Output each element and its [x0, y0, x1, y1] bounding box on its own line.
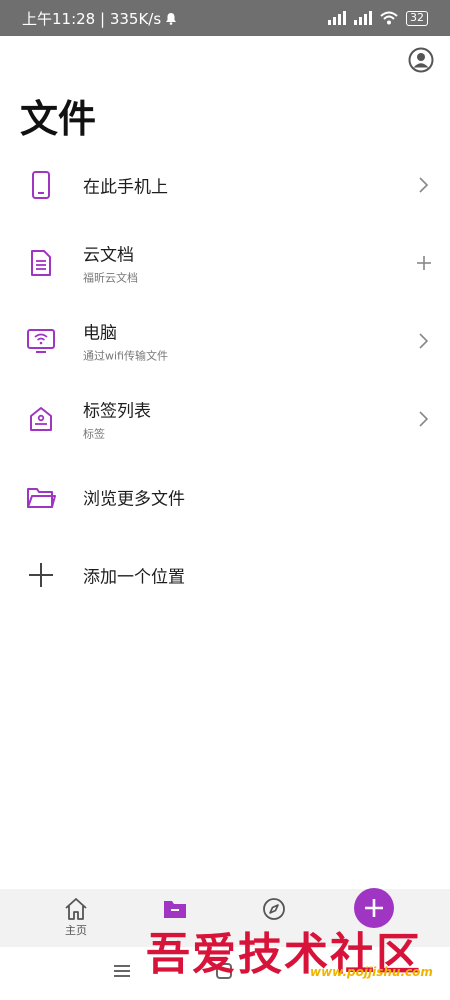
status-time: 上午11:28 | 335K/s	[22, 9, 162, 28]
location-item-add[interactable]: 添加一个位置	[0, 536, 450, 614]
nav-home[interactable]: 主页	[46, 897, 106, 938]
computer-wifi-icon	[27, 329, 55, 353]
location-text: 标签列表 标签	[83, 397, 151, 442]
location-subtitle: 标签	[83, 427, 105, 441]
chevron-right-icon	[419, 177, 429, 193]
battery-indicator: 32	[406, 10, 428, 26]
page-title: 文件	[20, 97, 97, 141]
location-title: 浏览更多文件	[83, 489, 185, 510]
location-title: 添加一个位置	[83, 567, 185, 588]
location-subtitle: 通过wifi传输文件	[83, 349, 168, 363]
notification-bell-icon	[166, 12, 177, 25]
chevron-right-icon	[419, 333, 429, 349]
location-text: 电脑 通过wifi传输文件	[83, 319, 168, 364]
add-cloud-plus-icon[interactable]	[416, 254, 432, 272]
signal-2-icon	[354, 11, 372, 25]
location-text: 云文档 福昕云文档	[83, 241, 138, 286]
chevron-right-icon	[419, 411, 429, 427]
plus-icon	[365, 899, 383, 917]
location-item-phone[interactable]: 在此手机上	[0, 146, 450, 224]
location-subtitle: 福昕云文档	[83, 271, 138, 285]
status-bar: 上午11:28 | 335K/s 32	[0, 0, 450, 36]
nav-home-label: 主页	[65, 924, 87, 937]
location-item-tags[interactable]: 标签列表 标签	[0, 380, 450, 458]
location-item-browse-more[interactable]: 浏览更多文件	[0, 458, 450, 536]
locations-list: 在此手机上 云文档 福昕云文档 电脑 通过wifi传输文件 标签列表 标签 浏览…	[0, 146, 450, 614]
location-text: 添加一个位置	[83, 563, 185, 588]
location-item-computer[interactable]: 电脑 通过wifi传输文件	[0, 302, 450, 380]
phone-icon	[32, 171, 50, 199]
watermark-url: www.pojjishu.com	[310, 965, 433, 979]
location-title: 标签列表	[83, 401, 151, 422]
home-icon	[65, 898, 87, 920]
status-right: 32	[328, 10, 428, 26]
recent-apps-icon[interactable]	[113, 964, 131, 978]
status-left: 上午11:28 | 335K/s	[22, 8, 177, 29]
location-text: 在此手机上	[83, 173, 168, 198]
signal-1-icon	[328, 11, 346, 25]
location-title: 云文档	[83, 245, 134, 266]
account-icon[interactable]	[408, 47, 434, 73]
wifi-icon	[380, 11, 398, 25]
location-title: 在此手机上	[83, 177, 168, 198]
folder-icon	[27, 488, 56, 508]
location-text: 浏览更多文件	[83, 485, 185, 510]
cloud-document-icon	[31, 250, 51, 276]
location-title: 电脑	[83, 323, 117, 344]
plus-icon	[29, 563, 53, 587]
location-item-cloud-docs[interactable]: 云文档 福昕云文档	[0, 224, 450, 302]
tag-icon	[30, 407, 52, 431]
